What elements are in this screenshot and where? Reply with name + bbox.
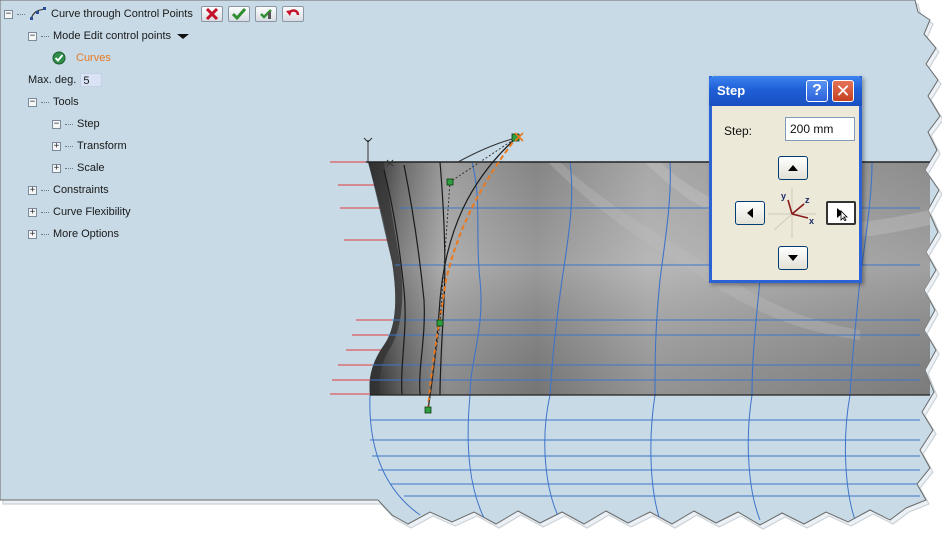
max-degree-label: Max. deg. — [28, 74, 77, 86]
axis-gizmo: x y z — [768, 188, 816, 238]
expand-toggle[interactable]: + — [28, 229, 37, 239]
tree-connector — [41, 35, 49, 37]
axis-y-label: y — [781, 191, 786, 201]
curves-label: Curves — [76, 52, 111, 64]
panel-title: Curve through Control Points — [51, 8, 193, 20]
step-label: Step — [77, 118, 100, 130]
tree-item-scale[interactable]: + Scale — [52, 160, 105, 176]
step-left-button[interactable] — [735, 201, 765, 225]
help-button[interactable]: ? — [806, 80, 828, 102]
control-point[interactable] — [424, 406, 432, 414]
tree-connector — [41, 101, 49, 103]
collapse-toggle[interactable]: − — [4, 9, 13, 19]
step-dialog-titlebar[interactable]: Step ? ✕ — [709, 76, 862, 106]
tree-connector — [41, 233, 49, 235]
constraints-label: Constraints — [53, 184, 109, 196]
tree-item-more-options[interactable]: + More Options — [28, 226, 119, 242]
axis-z-label: z — [805, 195, 810, 205]
tree-connector — [65, 123, 73, 125]
arrow-right-icon — [837, 208, 848, 221]
expand-toggle[interactable]: + — [52, 141, 61, 151]
help-icon: ? — [812, 82, 822, 99]
tree-item-tools[interactable]: − Tools — [28, 94, 79, 110]
tree-connector — [41, 189, 49, 191]
arrow-up-icon — [788, 165, 798, 171]
mode-label: Mode Edit control points — [53, 30, 172, 42]
step-dialog-title: Step — [717, 83, 746, 98]
curve-control-points-icon — [30, 7, 46, 20]
ok-button[interactable] — [227, 6, 250, 22]
tree-item-step[interactable]: − Step — [52, 116, 100, 132]
tree-connector — [41, 211, 49, 213]
tree-item-curve-flexibility[interactable]: + Curve Flexibility — [28, 204, 131, 220]
close-icon: ✕ — [835, 81, 851, 101]
tree-connector — [65, 167, 73, 169]
control-point[interactable] — [436, 319, 444, 327]
collapse-toggle[interactable]: − — [52, 119, 61, 129]
close-button[interactable]: ✕ — [832, 80, 854, 102]
scale-label: Scale — [77, 162, 105, 174]
step-right-button[interactable] — [826, 201, 856, 225]
cancel-icon — [205, 8, 218, 20]
expand-toggle[interactable]: + — [28, 185, 37, 195]
max-degree-row: Max. deg. 5 — [28, 72, 103, 88]
control-point[interactable] — [446, 178, 454, 186]
cancel-button[interactable] — [200, 6, 223, 22]
collapse-toggle[interactable]: − — [28, 31, 37, 41]
collapse-toggle[interactable]: − — [28, 97, 37, 107]
step-down-button[interactable] — [778, 246, 808, 270]
tree-item-transform[interactable]: + Transform — [52, 138, 127, 154]
step-field-label: Step: — [724, 124, 753, 138]
tree-connector — [17, 13, 25, 15]
panel-header: − Curve through Control Points — [4, 6, 304, 22]
step-dialog: Step ? ✕ Step: x y z — [709, 76, 862, 283]
checkmark-circle-icon — [52, 51, 66, 65]
axis-x-label: x — [809, 216, 814, 226]
curve-flexibility-label: Curve Flexibility — [53, 206, 131, 218]
apply-button[interactable] — [254, 6, 277, 22]
step-input[interactable] — [785, 117, 855, 141]
apply-icon — [259, 9, 272, 19]
arrow-left-icon — [747, 208, 753, 218]
dropdown-arrow-icon[interactable] — [177, 32, 190, 40]
tools-label: Tools — [53, 96, 79, 108]
step-up-button[interactable] — [778, 156, 808, 180]
expand-toggle[interactable]: + — [52, 163, 61, 173]
undo-icon — [285, 9, 300, 16]
tree-item-curves[interactable]: Curves — [52, 50, 111, 66]
arrow-down-icon — [788, 255, 798, 261]
tree-connector — [65, 145, 73, 147]
expand-toggle[interactable]: + — [28, 207, 37, 217]
tree-item-constraints[interactable]: + Constraints — [28, 182, 109, 198]
tree-item-mode[interactable]: − Mode Edit control points — [28, 28, 190, 44]
transform-label: Transform — [77, 140, 127, 152]
more-options-label: More Options — [53, 228, 120, 240]
ok-icon — [231, 8, 246, 20]
property-panel: − Curve through Control Points − Mode Ed… — [0, 0, 330, 260]
max-degree-input[interactable]: 5 — [80, 73, 103, 87]
undo-button[interactable] — [281, 6, 304, 22]
